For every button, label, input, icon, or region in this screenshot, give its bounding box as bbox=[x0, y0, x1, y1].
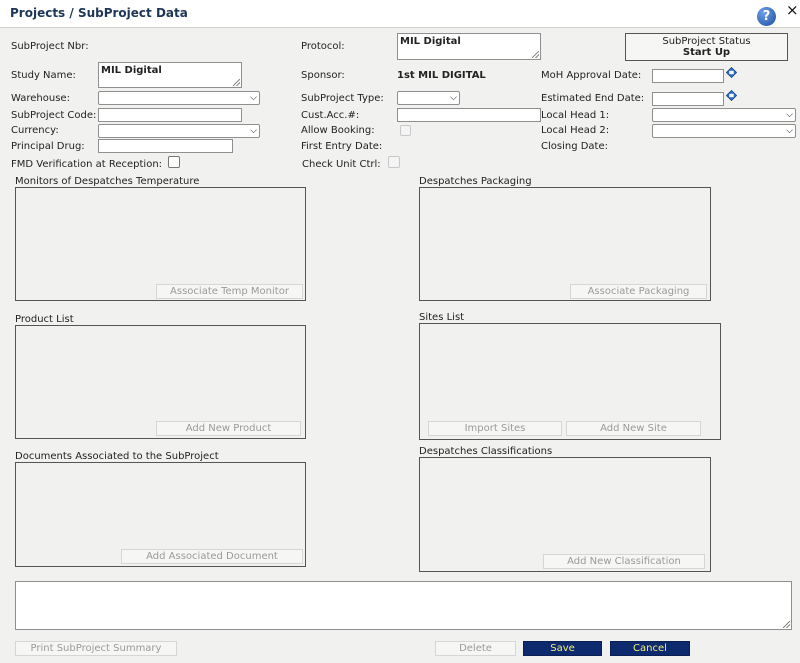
chevron-down-icon: ⌵ bbox=[786, 110, 793, 120]
subproject-code-input[interactable] bbox=[98, 108, 242, 122]
moh-approval-date-label: MoH Approval Date: bbox=[541, 70, 642, 81]
estimated-end-date-input[interactable] bbox=[652, 92, 724, 106]
cancel-button[interactable]: Cancel bbox=[610, 641, 690, 656]
allow-booking-label: Allow Booking: bbox=[301, 125, 375, 136]
fmd-verification-label: FMD Verification at Reception: bbox=[11, 159, 163, 170]
protocol-label: Protocol: bbox=[301, 41, 345, 52]
study-name-field[interactable]: MIL Digital bbox=[98, 62, 242, 88]
allow-booking-checkbox[interactable] bbox=[400, 125, 411, 136]
packaging-title: Despatches Packaging bbox=[419, 176, 532, 187]
add-new-site-button[interactable]: Add New Site bbox=[566, 421, 701, 436]
sites-panel: Import Sites Add New Site bbox=[419, 323, 721, 440]
local-head-2-label: Local Head 2: bbox=[541, 125, 610, 136]
classifications-panel: Add New Classification bbox=[419, 457, 711, 572]
print-summary-button[interactable]: Print SubProject Summary bbox=[15, 641, 177, 656]
estimated-end-date-label: Estimated End Date: bbox=[541, 93, 645, 104]
subproject-nbr-label: SubProject Nbr: bbox=[11, 41, 89, 52]
protocol-field[interactable]: MIL Digital bbox=[397, 33, 541, 60]
sites-title: Sites List bbox=[419, 312, 465, 323]
check-unit-ctrl-checkbox[interactable] bbox=[388, 156, 400, 168]
principal-drug-input[interactable] bbox=[98, 139, 233, 153]
currency-select[interactable]: ⌵ bbox=[98, 124, 260, 138]
cust-acc-label: Cust.Acc.#: bbox=[301, 110, 360, 121]
window-title: Projects / SubProject Data bbox=[10, 6, 188, 20]
save-button[interactable]: Save bbox=[523, 641, 602, 656]
fmd-verification-checkbox[interactable] bbox=[168, 156, 180, 168]
subproject-type-label: SubProject Type: bbox=[301, 93, 384, 104]
delete-button[interactable]: Delete bbox=[435, 641, 516, 656]
chevron-down-icon: ⌵ bbox=[786, 126, 793, 136]
packaging-panel: Associate Packaging bbox=[419, 187, 711, 301]
subproject-type-select[interactable]: ⌵ bbox=[397, 91, 460, 105]
sponsor-value: 1st MIL DIGITAL bbox=[397, 70, 486, 81]
local-head-1-label: Local Head 1: bbox=[541, 110, 610, 121]
chevron-down-icon: ⌵ bbox=[250, 93, 257, 103]
calendar-picker-icon[interactable] bbox=[726, 67, 737, 78]
currency-label: Currency: bbox=[11, 125, 59, 136]
sponsor-label: Sponsor: bbox=[301, 70, 345, 81]
study-name-label: Study Name: bbox=[11, 70, 76, 81]
products-title: Product List bbox=[15, 314, 74, 325]
classifications-title: Despatches Classifications bbox=[419, 446, 553, 457]
close-icon[interactable]: × bbox=[786, 1, 799, 19]
warehouse-select[interactable]: ⌵ bbox=[98, 91, 260, 105]
associate-temp-monitor-button[interactable]: Associate Temp Monitor bbox=[156, 284, 303, 299]
documents-panel: Add Associated Document bbox=[15, 462, 306, 567]
add-new-classification-button[interactable]: Add New Classification bbox=[543, 554, 705, 569]
status-label: SubProject Status bbox=[662, 36, 751, 47]
closing-date-label: Closing Date: bbox=[541, 141, 609, 152]
calendar-picker-icon[interactable] bbox=[726, 90, 737, 101]
resize-grip-icon[interactable] bbox=[233, 79, 240, 86]
help-icon[interactable]: ? bbox=[757, 7, 776, 26]
moh-approval-date-input[interactable] bbox=[652, 69, 724, 83]
products-panel: Add New Product bbox=[15, 325, 306, 439]
temp-monitors-title: Monitors of Despatches Temperature bbox=[15, 176, 200, 187]
protocol-value: MIL Digital bbox=[400, 36, 461, 47]
temp-monitors-panel: Associate Temp Monitor bbox=[15, 187, 306, 301]
local-head-1-select[interactable]: ⌵ bbox=[652, 108, 796, 122]
cust-acc-input[interactable] bbox=[397, 108, 541, 122]
study-name-value: MIL Digital bbox=[101, 65, 162, 76]
warehouse-label: Warehouse: bbox=[11, 93, 70, 104]
subproject-code-label: SubProject Code: bbox=[11, 110, 97, 121]
import-sites-button[interactable]: Import Sites bbox=[428, 421, 562, 436]
chevron-down-icon: ⌵ bbox=[450, 93, 457, 103]
notes-textarea[interactable] bbox=[15, 581, 792, 630]
resize-grip-icon[interactable] bbox=[783, 621, 790, 628]
associate-packaging-button[interactable]: Associate Packaging bbox=[570, 284, 707, 299]
chevron-down-icon: ⌵ bbox=[250, 126, 257, 136]
status-value: Start Up bbox=[682, 47, 731, 58]
check-unit-ctrl-label: Check Unit Ctrl: bbox=[302, 159, 381, 170]
documents-title: Documents Associated to the SubProject bbox=[15, 451, 219, 462]
local-head-2-select[interactable]: ⌵ bbox=[652, 124, 796, 138]
first-entry-date-label: First Entry Date: bbox=[301, 141, 383, 152]
status-box: SubProject Status Start Up bbox=[625, 33, 788, 61]
principal-drug-label: Principal Drug: bbox=[11, 141, 85, 152]
resize-grip-icon[interactable] bbox=[532, 51, 539, 58]
add-new-product-button[interactable]: Add New Product bbox=[156, 421, 301, 436]
add-associated-document-button[interactable]: Add Associated Document bbox=[121, 549, 303, 564]
